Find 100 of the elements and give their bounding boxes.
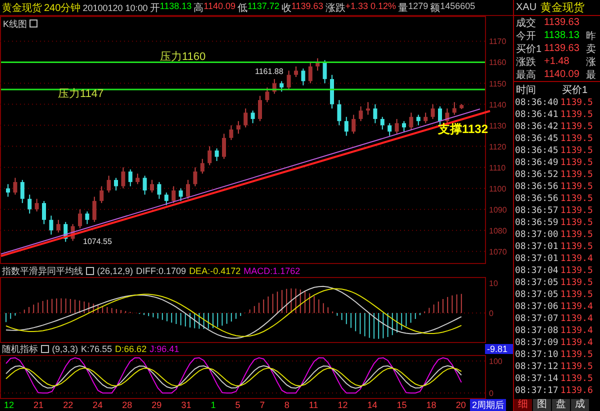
candle bbox=[272, 78, 276, 94]
candle bbox=[64, 221, 68, 242]
chart-annotation: 压力1147 bbox=[58, 88, 104, 100]
quote-value: +1.48 bbox=[544, 56, 570, 67]
price-axis-label: 1160 bbox=[489, 58, 506, 68]
tick-price: 1139.5 bbox=[560, 362, 593, 372]
candle bbox=[42, 200, 46, 225]
date-axis-label: 15 bbox=[396, 400, 407, 410]
date-axis-label: 18 bbox=[426, 400, 436, 410]
tick-price: 1139.4 bbox=[560, 338, 593, 348]
indicator-value: K:76.55 bbox=[81, 344, 112, 354]
tick-price: 1139.4 bbox=[560, 254, 593, 264]
candle bbox=[244, 108, 248, 128]
indicator-title: 指数平滑异同平均线 bbox=[2, 264, 83, 278]
date-axis-label: 29 bbox=[152, 400, 162, 410]
tick-time: 08:36:45 bbox=[515, 134, 558, 144]
candle bbox=[265, 86, 270, 103]
quote-label: 今开 bbox=[516, 30, 537, 42]
candle bbox=[409, 112, 414, 130]
candle bbox=[114, 177, 118, 191]
candle bbox=[308, 62, 312, 84]
date-axis-label: 14 bbox=[367, 400, 378, 410]
indicator-params: (9,3,3) bbox=[52, 344, 78, 354]
quote-symbol: XAU bbox=[516, 2, 537, 13]
tick-price: 1139.5 bbox=[560, 134, 593, 144]
candle bbox=[229, 124, 234, 140]
candle bbox=[416, 114, 420, 126]
tick-price: 1139.5 bbox=[560, 278, 593, 288]
field-label: 额 bbox=[430, 2, 440, 14]
date-axis-label: 12 bbox=[4, 400, 14, 410]
candle bbox=[172, 186, 176, 204]
date-axis-label: 21 bbox=[34, 400, 44, 410]
field-value: 1139.63 bbox=[291, 0, 324, 12]
chart-title: K线图 bbox=[3, 19, 28, 29]
candle bbox=[394, 118, 399, 134]
candle bbox=[337, 100, 342, 126]
candle bbox=[430, 104, 435, 120]
tick-price: 1139.5 bbox=[560, 122, 593, 132]
field-value: +1.33 0.12% bbox=[345, 0, 396, 12]
candle bbox=[286, 70, 291, 90]
quote-label: 昨 bbox=[586, 30, 596, 42]
candle bbox=[85, 210, 90, 225]
candle bbox=[150, 179, 154, 194]
field-label: 量 bbox=[398, 2, 408, 14]
tick-price: 1139.5 bbox=[560, 98, 593, 108]
tick-price: 1139.5 bbox=[560, 110, 593, 120]
candle bbox=[250, 110, 255, 124]
candle bbox=[142, 175, 147, 196]
column-header: 时间 bbox=[516, 84, 537, 96]
tick-time: 08:36:40 bbox=[515, 98, 558, 108]
field-label: 低 bbox=[238, 2, 248, 14]
symbol-name: 黄金现货 bbox=[2, 2, 42, 14]
field-value: 1279 bbox=[408, 0, 428, 12]
tick-price: 1139.5 bbox=[560, 206, 593, 216]
tick-price: 1139.5 bbox=[560, 218, 593, 228]
indicator-axis-label: 0 bbox=[489, 309, 494, 318]
tick-price: 1139.5 bbox=[560, 146, 593, 156]
tick-price: 1139.4 bbox=[560, 302, 593, 312]
date-axis-label: 31 bbox=[181, 400, 192, 410]
candle bbox=[178, 188, 183, 202]
candle bbox=[294, 66, 298, 78]
quote-label: 最 bbox=[586, 68, 596, 82]
tick-time: 08:37:08 bbox=[515, 326, 558, 336]
quote-value: 1140.09 bbox=[544, 69, 580, 80]
panel-tab[interactable]: 细 bbox=[514, 399, 532, 411]
tick-time: 08:36:56 bbox=[515, 194, 558, 204]
date-axis-label: 1 bbox=[210, 400, 216, 410]
candle bbox=[106, 175, 111, 194]
indicator-axis-label: 100 bbox=[489, 357, 502, 366]
panel-tab[interactable]: 成 bbox=[571, 399, 589, 411]
tick-time: 08:37:09 bbox=[515, 338, 558, 348]
date-axis-label: 7 bbox=[260, 400, 265, 410]
tick-price: 1139.5 bbox=[560, 266, 593, 276]
date-axis-label: 8 bbox=[284, 400, 290, 410]
candle bbox=[70, 224, 75, 242]
price-axis-label: 1090 bbox=[489, 205, 507, 214]
panel-tab[interactable]: 盘 bbox=[552, 399, 570, 411]
collapse-icon[interactable] bbox=[30, 20, 38, 28]
price-axis-label: 1110 bbox=[489, 163, 506, 172]
field-label: 高 bbox=[194, 2, 204, 14]
collapse-icon[interactable] bbox=[41, 345, 49, 353]
date-axis-label: 11 bbox=[308, 400, 318, 410]
collapse-icon[interactable] bbox=[86, 267, 94, 275]
indicator-params: (26,12,9) bbox=[97, 266, 134, 276]
candle bbox=[344, 116, 348, 136]
tick-time: 08:36:49 bbox=[515, 158, 558, 168]
indicator-value: J:96.41 bbox=[150, 344, 180, 354]
quote-label: 成交 bbox=[516, 16, 537, 30]
tick-time: 08:37:17 bbox=[515, 386, 558, 396]
candle bbox=[34, 198, 39, 212]
tick-time: 08:37:07 bbox=[515, 314, 558, 324]
current-value-badge: -9.81 bbox=[485, 344, 513, 354]
date-axis-label: 28 bbox=[122, 400, 132, 410]
quote-value: 1139.63 bbox=[544, 17, 580, 28]
candle bbox=[445, 108, 450, 124]
indicator-value: D:66.62 bbox=[115, 344, 147, 354]
panel-tab[interactable]: 图 bbox=[533, 399, 551, 411]
candle bbox=[316, 58, 320, 72]
candle bbox=[164, 192, 168, 206]
indicator-axis-label: 0 bbox=[489, 389, 494, 398]
